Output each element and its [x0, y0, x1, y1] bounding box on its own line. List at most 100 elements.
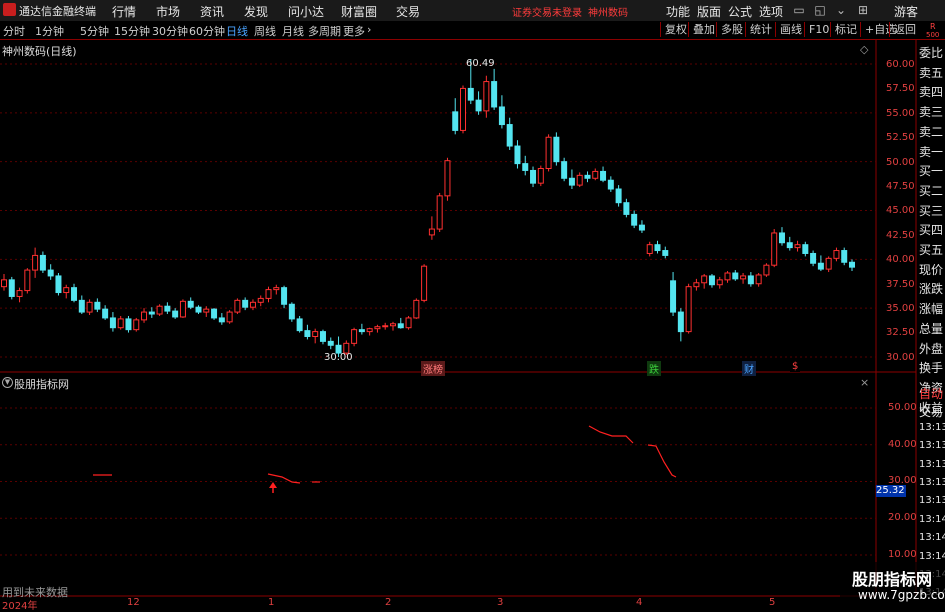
quote-row-label: 卖五: [919, 65, 944, 80]
x-tick: 1: [268, 597, 275, 608]
candle-body: [537, 168, 544, 184]
quote-row-label: 涨跌: [919, 282, 944, 297]
candle-body: [568, 177, 575, 186]
candle-body: [203, 308, 210, 313]
price-tick: 47.50: [886, 181, 915, 192]
event-zhangbang[interactable]: 涨榜: [421, 361, 445, 376]
candle-body: [39, 254, 46, 271]
event-cai-text: 财: [744, 365, 754, 376]
candle-body: [86, 301, 93, 313]
candle-body: [747, 275, 754, 285]
candle-body: [693, 282, 700, 288]
candle-body: [281, 287, 288, 305]
candle-body: [654, 244, 661, 252]
candle-body: [491, 81, 498, 108]
candle-body: [397, 323, 404, 329]
kline-chart[interactable]: [0, 0, 945, 609]
candle-body: [810, 252, 817, 264]
candle-body: [117, 318, 124, 329]
trade-row-label: 13:13: [919, 440, 945, 452]
event-die[interactable]: 跌: [647, 361, 661, 376]
main-chart-title: 神州数码(日线): [2, 45, 77, 58]
candle-body: [841, 250, 848, 263]
candle-body: [724, 272, 731, 281]
price-tick: 32.50: [886, 327, 915, 339]
candle-body: [195, 306, 202, 313]
candle-body: [786, 242, 793, 249]
trade-row-label: 交易: [919, 405, 944, 420]
quote-row-label: 买二: [919, 183, 944, 198]
trade-row-label: 13:14: [919, 513, 945, 525]
candle-body: [677, 311, 684, 333]
r-label: R: [930, 22, 936, 31]
x-tick: 12: [127, 597, 140, 608]
candle-body: [141, 311, 148, 321]
quote-row-label: 外盘: [919, 341, 944, 356]
close-icon[interactable]: ×: [860, 376, 869, 389]
candle-body: [374, 326, 381, 330]
candle-body: [771, 232, 778, 266]
candle-body: [716, 279, 723, 286]
candle-body: [755, 274, 762, 285]
price-tick: 57.50: [886, 83, 915, 95]
trade-row-label: 13:13: [919, 495, 945, 507]
trade-row-label: 13:13: [919, 458, 945, 470]
event-dollar-text: $: [792, 361, 799, 372]
candle-body: [631, 213, 638, 226]
up-arrow-icon: [269, 482, 277, 488]
candle-body: [833, 250, 840, 259]
candle-body: [615, 188, 622, 204]
candle-body: [763, 264, 770, 276]
indicator-title: 股朋指标网: [14, 378, 69, 391]
candle-body: [514, 145, 521, 165]
event-die-text: 跌: [649, 365, 659, 376]
candle-body: [226, 311, 233, 323]
candle-body: [817, 262, 824, 270]
price-tick: 35.00: [886, 303, 915, 314]
candle-body: [452, 111, 459, 131]
trade-row-label: 13:13: [919, 421, 945, 433]
diamond-icon[interactable]: ◇: [860, 43, 868, 56]
candle-body: [600, 170, 607, 181]
candle-body: [670, 280, 677, 313]
event-cai[interactable]: 财: [742, 361, 756, 376]
quote-row-label: 换手: [919, 361, 944, 376]
quote-row-label: 买五: [919, 243, 944, 257]
price-tick: 40.00: [886, 254, 915, 266]
candle-body: [436, 195, 443, 230]
candle-body: [47, 269, 54, 277]
candle-body: [825, 257, 832, 270]
x-tick: 2: [385, 597, 392, 608]
price-tick: 52.50: [886, 132, 915, 144]
quote-row-label: 卖三: [919, 105, 944, 120]
candle-body: [125, 318, 132, 331]
candle-body: [257, 297, 264, 303]
candle-body: [55, 275, 62, 294]
quote-row-label: 现价: [919, 262, 944, 277]
candle-body: [312, 331, 319, 337]
settings-icon[interactable]: ▼: [2, 377, 13, 388]
indicator-current-value: 25.32: [876, 485, 906, 497]
candle-body: [506, 124, 513, 147]
event-zhangbang-text: 涨榜: [423, 365, 443, 376]
candle-body: [242, 299, 249, 308]
ind-tick: 40.00: [888, 439, 917, 450]
candle-body: [133, 319, 140, 331]
candle-body: [794, 244, 801, 249]
candle-body: [460, 87, 467, 131]
event-dollar[interactable]: $: [790, 361, 801, 372]
candle-body: [849, 261, 855, 268]
candle-body: [413, 299, 420, 319]
candle-body: [71, 287, 78, 301]
candle-body: [732, 272, 739, 280]
candle-body: [63, 287, 70, 294]
candle-body: [327, 340, 334, 346]
price-tick: 50.00: [886, 156, 915, 168]
quote-row-label: 卖四: [919, 85, 944, 100]
candle-body: [148, 311, 155, 315]
price-tick: 45.00: [886, 205, 915, 217]
high-price-label: 60.49: [466, 58, 495, 69]
candle-body: [623, 202, 630, 215]
price-tick: 42.50: [886, 229, 915, 241]
candle-body: [265, 289, 272, 299]
